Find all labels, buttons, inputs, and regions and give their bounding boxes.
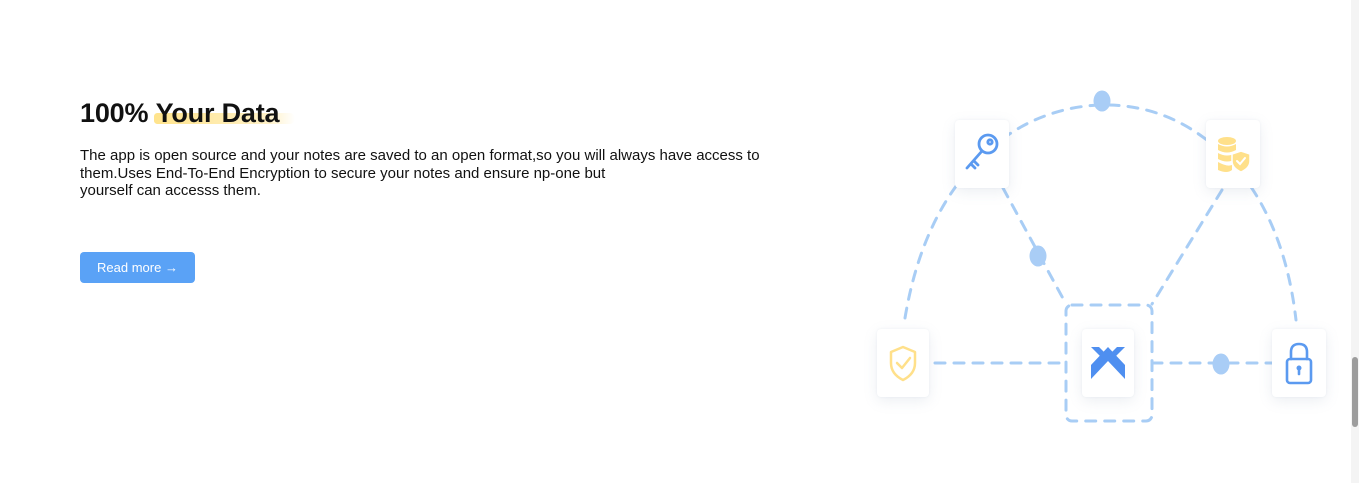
key-card [955,120,1009,188]
scrollbar-track[interactable] [1351,0,1359,483]
description-line: yourself can accesss them. [80,182,261,199]
shield-check-icon [889,345,917,382]
title-highlight-text: Your Data [155,98,280,128]
database-shield-icon [1218,137,1251,173]
app-card [1082,329,1134,397]
read-more-button[interactable]: Read more → [80,252,195,283]
security-illustration [860,80,1340,440]
padlock-icon [1285,342,1313,385]
section-title: 100% Your Data [80,98,840,128]
description-line: them.Uses End-To-End Encryption to secur… [80,164,606,182]
key-icon [965,133,999,170]
lock-card [1272,329,1326,397]
description-line: The app is open source and your notes ar… [80,147,760,164]
title-highlight: Your Data [153,98,296,128]
connector-dot [1212,353,1230,375]
shield-card [877,329,929,397]
connector-dot [1029,245,1047,267]
database-card [1206,120,1260,188]
data-section: 100% Your Data The app is open source an… [80,98,840,200]
scrollbar-thumb[interactable] [1352,357,1358,427]
app-logo-icon [1091,347,1125,379]
connector-dot [1093,90,1111,112]
section-description: The app is open source and your notes ar… [80,147,820,200]
title-prefix: 100% [80,98,149,128]
